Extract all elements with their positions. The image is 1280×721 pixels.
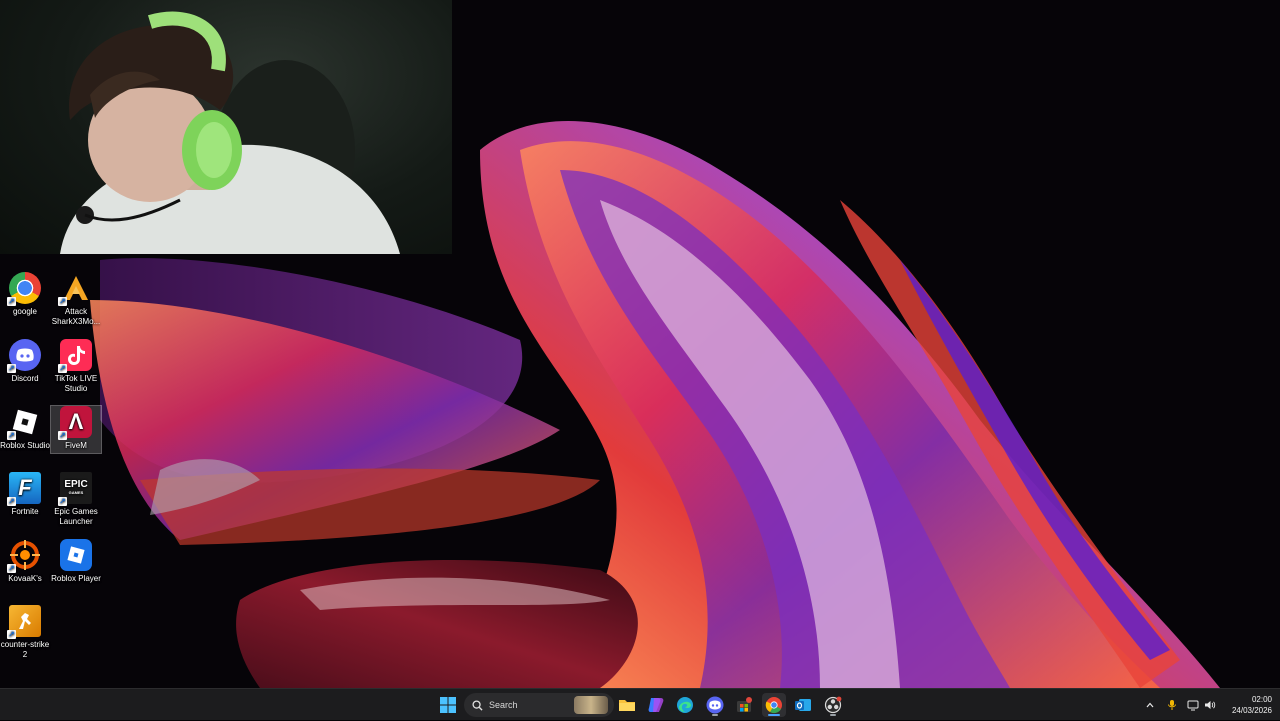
taskbar-outlook[interactable] [791, 693, 815, 717]
fortnite-glyph: F [18, 475, 32, 500]
fivem-icon: Λ ↗ [58, 406, 92, 440]
desktop-icon-google[interactable]: ↗ google [0, 272, 50, 317]
shortcut-arrow-icon: ↗ [7, 431, 16, 440]
shortcut-arrow-icon: ↗ [7, 364, 16, 373]
shortcut-arrow-icon: ↗ [7, 497, 16, 506]
taskbar-discord[interactable] [703, 693, 727, 717]
obs-icon [824, 696, 842, 714]
desktop-icon-label: counter-strike 2 [0, 640, 50, 659]
tiktok-live-icon: ↗ [58, 339, 92, 373]
desktop-icon-label: TikTok LIVE Studio [54, 374, 98, 393]
webcam-overlay [0, 0, 452, 254]
tray-overflow-button[interactable] [1142, 689, 1158, 721]
shortcut-arrow-icon: ↗ [7, 297, 16, 306]
fivem-glyph: Λ [68, 409, 84, 434]
taskbar-file-explorer[interactable] [615, 693, 639, 717]
shortcut-arrow-icon: ↗ [58, 364, 67, 373]
desktop-icon-label: FiveM [65, 441, 87, 450]
desktop-icon-tiktok-live[interactable]: ↗ TikTok LIVE Studio [51, 339, 101, 394]
tray-microphone[interactable] [1164, 689, 1180, 721]
desktop[interactable]: ↗ google ↗ Attack SharkX3Mo... ↗ Discord… [0, 0, 1280, 688]
desktop-icon-fortnite[interactable]: F ↗ Fortnite [0, 472, 50, 517]
search-highlight-image [574, 696, 608, 714]
desktop-icon-discord[interactable]: ↗ Discord [0, 339, 50, 384]
shortcut-arrow-icon: ↗ [7, 564, 16, 573]
desktop-icon-label: google [12, 307, 38, 316]
tray-volume[interactable] [1202, 689, 1218, 721]
shortcut-arrow-icon: ↗ [58, 297, 67, 306]
desktop-icon-label: Attack SharkX3Mo... [51, 307, 101, 326]
search-placeholder: Search [489, 700, 518, 710]
running-indicator [712, 714, 718, 716]
chrome-taskbar-icon [765, 697, 782, 714]
clock-time: 02:00 [1251, 695, 1272, 704]
shortcut-arrow-icon: ↗ [58, 497, 67, 506]
attack-shark-icon: ↗ [58, 272, 92, 306]
start-icon [440, 697, 456, 713]
taskbar-clock[interactable]: 02:00 24/03/2026 [1232, 694, 1272, 716]
shortcut-arrow-icon: ↗ [58, 431, 67, 440]
epic-games-icon: EPIC GAMES ↗ [58, 472, 92, 506]
desktop-icon-kovaaks[interactable]: ↗ KovaaK's [0, 539, 50, 584]
counter-strike-icon: ↗ [7, 605, 41, 639]
search-icon [472, 699, 483, 711]
desktop-icon-label: Epic Games Launcher [54, 507, 98, 526]
tray-network[interactable] [1184, 689, 1202, 721]
desktop-icon-label: KovaaK's [8, 574, 42, 583]
desktop-icon-attack-shark[interactable]: ↗ Attack SharkX3Mo... [51, 272, 101, 327]
kovaaks-icon: ↗ [7, 539, 41, 573]
network-icon [1187, 700, 1199, 711]
taskbar-chrome[interactable] [762, 693, 786, 717]
file-explorer-icon [619, 700, 635, 711]
desktop-icon-label: Roblox Player [51, 574, 101, 583]
volume-icon [1205, 701, 1216, 709]
desktop-icon-roblox-player[interactable]: Roblox Player [51, 539, 101, 584]
taskbar: Search 02:00 24/03/2026 [0, 688, 1280, 720]
running-indicator [830, 714, 836, 716]
microphone-icon [1168, 700, 1176, 710]
epic-glyph: EPIC [64, 479, 88, 490]
epic-sub-glyph: GAMES [68, 490, 84, 495]
desktop-icon-label: Roblox Studio [0, 441, 50, 450]
taskbar-edge[interactable] [673, 693, 697, 717]
roblox-player-icon [60, 539, 92, 571]
running-indicator [768, 714, 780, 716]
desktop-icon-epic-games[interactable]: EPIC GAMES ↗ Epic Games Launcher [51, 472, 101, 527]
discord-taskbar-icon [706, 696, 724, 714]
clock-date: 24/03/2026 [1231, 706, 1272, 715]
taskbar-store[interactable] [732, 693, 756, 717]
chrome-icon: ↗ [7, 272, 41, 306]
start-button[interactable] [436, 693, 460, 717]
roblox-studio-icon: ↗ [7, 406, 41, 440]
taskbar-copilot[interactable] [644, 693, 668, 717]
discord-icon: ↗ [7, 339, 41, 373]
outlook-icon [795, 699, 811, 711]
copilot-icon [648, 698, 664, 712]
edge-icon [677, 697, 693, 713]
taskbar-search[interactable]: Search [464, 693, 614, 717]
desktop-icon-label: Fortnite [11, 507, 39, 516]
fortnite-icon: F ↗ [7, 472, 41, 506]
taskbar-obs[interactable] [821, 693, 845, 717]
desktop-icon-roblox-studio[interactable]: ↗ Roblox Studio [0, 406, 50, 451]
store-icon [737, 697, 752, 712]
shortcut-arrow-icon: ↗ [7, 630, 16, 639]
desktop-icon-counter-strike[interactable]: ↗ counter-strike 2 [0, 605, 50, 660]
desktop-icon-fivem[interactable]: Λ ↗ FiveM [50, 405, 102, 454]
chevron-up-icon [1146, 702, 1154, 708]
desktop-icon-label: Discord [11, 374, 39, 383]
